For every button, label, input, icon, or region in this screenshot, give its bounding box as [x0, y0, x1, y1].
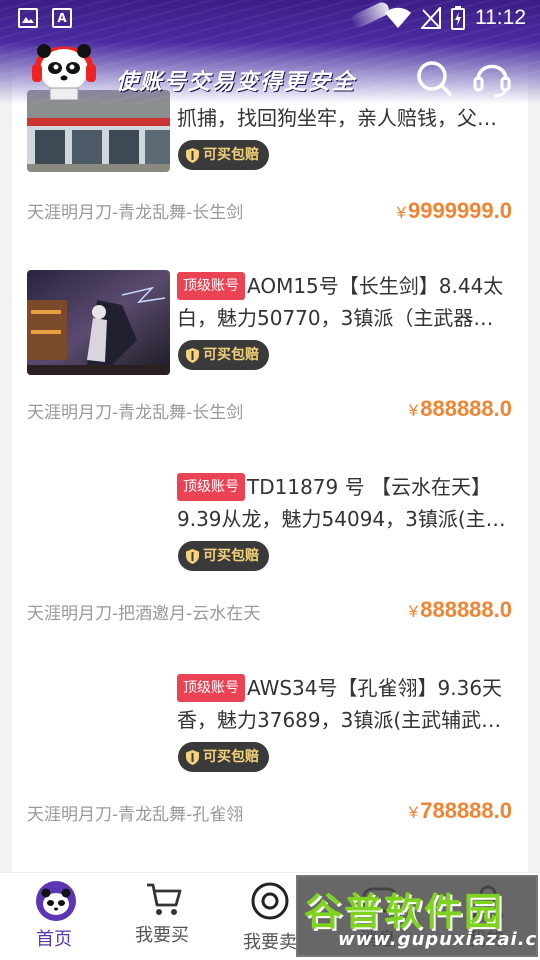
guarantee-badge: 可买包赔: [178, 340, 269, 370]
no-signal-icon: [421, 7, 441, 29]
shield-icon: [186, 548, 199, 564]
guarantee-label: 可买包赔: [203, 749, 259, 765]
cart-icon: [147, 883, 182, 915]
guarantee-label: 可买包赔: [203, 347, 259, 363]
listing-item[interactable]: 抓捕，找回狗坐牢，亲人赔钱，父… 可买包赔 天涯明月刀-青龙乱舞-长生剑 ¥99…: [12, 78, 528, 278]
listing-thumbnail[interactable]: [27, 270, 170, 375]
nav-tab-home[interactable]: 首页: [0, 873, 108, 960]
price-value: 9999999.0: [408, 198, 512, 223]
watermark-url: www.gupuxiazai.com: [338, 929, 538, 950]
guarantee-label: 可买包赔: [203, 147, 259, 163]
app-header: A 11:12 使账号交易变得更安全: [0, 0, 540, 104]
guarantee-badge: 可买包赔: [178, 742, 269, 772]
listing-category: 天涯明月刀-青龙乱舞-长生剑: [27, 203, 244, 223]
panda-headphones-logo: [32, 44, 96, 100]
top-account-tag: 顶级账号: [177, 272, 245, 300]
shield-icon: [186, 347, 199, 363]
watermark-text: 谷普软件园: [304, 890, 505, 934]
currency-symbol: ¥: [396, 203, 406, 222]
listing-item[interactable]: TD11879 号 【云水在天】9.39从龙，魅力54094，3镇派(主… 顶级…: [12, 471, 528, 671]
header-slogan: 使账号交易变得更安全: [116, 69, 357, 95]
listing-item[interactable]: AOM15号【长生剑】8.44太白，魅力50770，3镇派（主武器… 顶级账号 …: [12, 270, 528, 470]
wifi-icon: [385, 7, 411, 28]
listing-item[interactable]: AWS34号【孔雀翎】9.36天香，魅力37689，3镇派(主武辅武… 顶级账号…: [12, 672, 528, 872]
nav-label: 我要买: [135, 925, 189, 946]
listing-price: ¥888888.0: [409, 396, 512, 422]
battery-charging-icon: [451, 6, 465, 30]
listing-price: ¥788888.0: [409, 798, 512, 824]
listing-price: ¥888888.0: [409, 597, 512, 623]
top-account-tag: 顶级账号: [177, 473, 245, 501]
currency-symbol: ¥: [408, 602, 419, 621]
listing-category: 天涯明月刀-把酒邀月-云水在天: [27, 604, 261, 624]
price-value: 788888.0: [420, 798, 512, 823]
shield-icon: [186, 147, 199, 163]
nav-label: 首页: [36, 929, 72, 950]
image-notification-icon: [18, 8, 38, 28]
guarantee-badge: 可买包赔: [178, 140, 269, 170]
status-bar: A 11:12: [0, 0, 540, 36]
clock: 11:12: [475, 6, 526, 29]
listing-list[interactable]: 抓捕，找回狗坐牢，亲人赔钱，父… 可买包赔 天涯明月刀-青龙乱舞-长生剑 ¥99…: [12, 0, 528, 872]
search-icon[interactable]: [414, 58, 454, 98]
listing-category: 天涯明月刀-青龙乱舞-孔雀翎: [27, 805, 244, 825]
headset-icon[interactable]: [472, 58, 512, 98]
top-account-tag: 顶级账号: [177, 674, 245, 702]
sell-circle-icon: [251, 882, 289, 920]
currency-symbol: ¥: [408, 401, 419, 420]
guarantee-label: 可买包赔: [203, 548, 259, 564]
panda-home-icon: [36, 881, 76, 921]
price-value: 888888.0: [420, 597, 512, 622]
currency-symbol: ¥: [408, 803, 419, 822]
listing-price: ¥9999999.0: [397, 198, 512, 224]
listing-thumbnail[interactable]: [27, 672, 170, 777]
price-value: 888888.0: [420, 396, 512, 421]
nav-tab-buy[interactable]: 我要买: [108, 873, 216, 960]
listing-category: 天涯明月刀-青龙乱舞-长生剑: [27, 403, 244, 423]
app-notification-icon: A: [52, 8, 72, 28]
site-watermark: 谷普软件园 www.gupuxiazai.com: [296, 875, 538, 957]
shield-icon: [186, 749, 199, 765]
guarantee-badge: 可买包赔: [178, 541, 269, 571]
listing-thumbnail[interactable]: [27, 471, 170, 576]
listing-title[interactable]: 抓捕，找回狗坐牢，亲人赔钱，父…: [177, 102, 517, 134]
